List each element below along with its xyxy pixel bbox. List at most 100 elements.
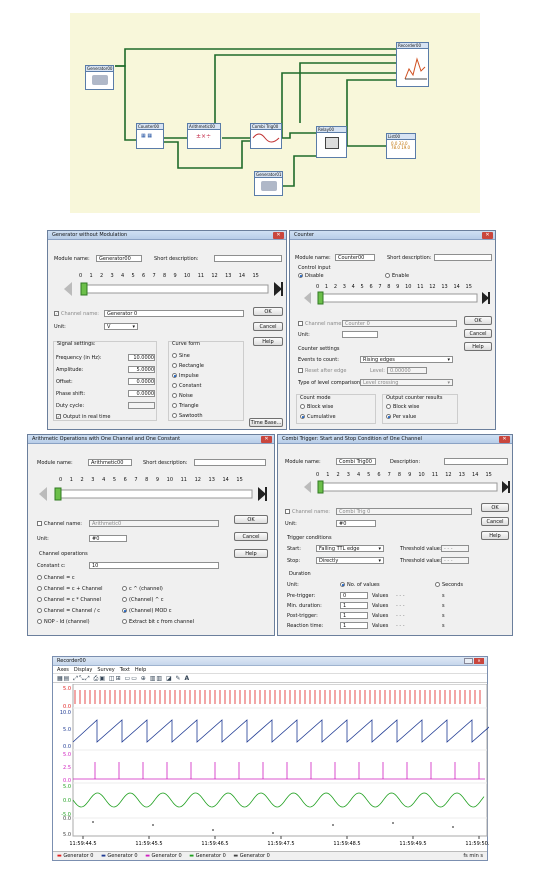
stop-select[interactable]: Directly ▾ <box>316 557 384 564</box>
op-radio-mod[interactable]: (Channel) MOD c <box>122 608 171 614</box>
help-button[interactable]: Help <box>481 531 509 540</box>
close-icon[interactable]: ✕ <box>261 436 272 443</box>
constant-input[interactable]: 10 <box>89 562 219 569</box>
legend-item[interactable]: ▬ Generator 0 <box>233 853 270 859</box>
threshold-stop-input[interactable]: - - - <box>441 557 469 564</box>
comparison-select[interactable]: Level crossing ▾ <box>360 379 453 386</box>
curve-radio-triangle[interactable]: Triangle <box>172 403 199 409</box>
no-of-values-radio[interactable]: No. of values <box>340 582 380 588</box>
op-radio-nop[interactable]: NOP - Id (channel) <box>37 619 90 625</box>
op-radio-c[interactable]: Channel = c <box>37 575 75 581</box>
offset-input[interactable]: 0.0000 <box>128 378 155 385</box>
generator-module-2[interactable]: Generator01 <box>254 171 283 196</box>
generator-module-1[interactable]: Generator00 <box>85 65 114 90</box>
zoom-readout[interactable]: fs min s <box>463 852 483 860</box>
help-button[interactable]: Help <box>234 549 268 558</box>
close-icon[interactable]: ✕ <box>499 436 510 443</box>
op-radio-pow-channel[interactable]: (Channel) ^ c <box>122 597 164 603</box>
op-radio-extract-bit[interactable]: Extract bit c from channel <box>122 619 194 625</box>
reset-checkbox[interactable]: Reset after edge <box>298 368 346 374</box>
cancel-button[interactable]: Cancel <box>234 532 268 541</box>
channel-name-input[interactable]: Generator 0 <box>104 310 244 317</box>
unit-select[interactable]: V ▾ <box>104 323 138 330</box>
phase-input[interactable]: 0.0000 <box>128 390 155 397</box>
ok-button[interactable]: OK <box>481 503 509 512</box>
frequency-input[interactable]: 10.0000 <box>128 354 155 361</box>
cancel-button[interactable]: Cancel <box>253 322 283 331</box>
curve-radio-impulse[interactable]: Impulse <box>172 373 199 379</box>
op-radio-add[interactable]: Channel = c + Channel <box>37 586 103 592</box>
module-name-input[interactable]: Arithmetic00 <box>88 459 132 466</box>
curve-radio-rectangle[interactable]: Rectangle <box>172 363 204 369</box>
menu-help[interactable]: Help <box>135 667 146 673</box>
unit-input[interactable]: #0 <box>336 520 376 527</box>
realtime-checkbox[interactable]: ✓ Output in real time <box>56 414 110 420</box>
ok-button[interactable]: OK <box>253 307 283 316</box>
curve-radio-constant[interactable]: Constant <box>172 383 201 389</box>
seconds-radio[interactable]: Seconds <box>435 582 463 588</box>
counter-module[interactable]: Counter00 ▦ ▦ <box>136 123 164 149</box>
amplitude-input[interactable]: 5.0000 <box>128 366 155 373</box>
cancel-button[interactable]: Cancel <box>481 517 509 526</box>
short-description-input[interactable] <box>214 255 282 262</box>
menu-survey[interactable]: Survey <box>97 667 114 673</box>
reaction-time-input[interactable]: 1 <box>340 622 368 629</box>
post-trigger-input[interactable]: 1 <box>340 612 368 619</box>
description-input[interactable] <box>444 458 508 465</box>
channel-name-checkbox[interactable]: Channel name: <box>285 509 330 515</box>
combi-trigger-module[interactable]: Combi Trig00 <box>250 123 282 149</box>
relay-module[interactable]: Relay00 <box>316 126 347 158</box>
short-description-input[interactable] <box>434 254 492 261</box>
level-input[interactable]: 0.00000 <box>387 367 427 374</box>
menu-text[interactable]: Text <box>120 667 130 673</box>
enable-radio[interactable]: Enable <box>385 273 409 279</box>
unit-input[interactable] <box>342 331 378 338</box>
op-radio-div[interactable]: Channel = Channel / c <box>37 608 100 614</box>
recorder-module[interactable]: Recorder00 <box>396 42 429 87</box>
menu-axes[interactable]: Axes <box>57 667 69 673</box>
min-duration-input[interactable]: 1 <box>340 602 368 609</box>
cancel-button[interactable]: Cancel <box>464 329 492 338</box>
help-button[interactable]: Help <box>464 342 492 351</box>
channel-name-checkbox[interactable]: Channel name: <box>37 521 82 527</box>
channel-name-checkbox[interactable]: ✓ Channel name: <box>54 311 99 317</box>
legend-item[interactable]: ▬ Generator 0 <box>189 853 226 859</box>
disable-radio[interactable]: Disable <box>298 273 324 279</box>
pre-trigger-input[interactable]: 0 <box>340 592 368 599</box>
op-radio-pow-c[interactable]: c ^ (channel) <box>122 586 163 592</box>
module-name-input[interactable]: Counter00 <box>335 254 375 261</box>
ok-button[interactable]: OK <box>234 515 268 524</box>
curve-radio-sine[interactable]: Sine <box>172 353 190 359</box>
channel-slider[interactable] <box>37 485 269 503</box>
block-wise-radio[interactable]: Block wise <box>300 404 333 410</box>
channel-name-input[interactable]: Arithmetic0 <box>89 520 219 527</box>
output-block-wise-radio[interactable]: Block wise <box>386 404 419 410</box>
close-icon[interactable]: ✕ <box>474 658 484 664</box>
legend-item[interactable]: ▬ Generator 0 <box>101 853 138 859</box>
module-name-input[interactable]: Generator00 <box>96 255 142 262</box>
list-module[interactable]: List00 0.0 33.0 78.0 19.0 <box>386 133 416 159</box>
per-value-radio[interactable]: Per value <box>386 414 416 420</box>
channel-name-checkbox[interactable]: Channel name: <box>298 321 343 327</box>
ok-button[interactable]: OK <box>464 316 492 325</box>
channel-slider[interactable] <box>62 280 284 298</box>
close-icon[interactable]: ✕ <box>273 232 284 239</box>
op-radio-mul[interactable]: Channel = c * Channel <box>37 597 101 603</box>
duty-cycle-input[interactable] <box>128 402 155 409</box>
channel-slider[interactable] <box>302 290 492 306</box>
minimize-icon[interactable] <box>464 658 473 664</box>
close-icon[interactable]: ✕ <box>482 232 493 239</box>
curve-radio-noise[interactable]: Noise <box>172 393 193 399</box>
time-base-button[interactable]: Time Base... <box>249 418 283 427</box>
unit-input[interactable]: #0 <box>89 535 127 542</box>
legend-item[interactable]: ▬ Generator 0 <box>145 853 182 859</box>
cumulative-radio[interactable]: Cumulative <box>300 414 336 420</box>
channel-name-input[interactable]: Combi Trig 0 <box>336 508 472 515</box>
legend-item[interactable]: ▬ Generator 0 <box>57 853 94 859</box>
help-button[interactable]: Help <box>253 337 283 346</box>
arithmetic-module[interactable]: Arithmetic00 ±×÷ <box>187 123 221 149</box>
start-select[interactable]: Falling TTL edge ▾ <box>316 545 384 552</box>
channel-slider[interactable] <box>302 479 512 495</box>
menu-display[interactable]: Display <box>74 667 92 673</box>
curve-radio-sawtooth[interactable]: Sawtooth <box>172 413 203 419</box>
